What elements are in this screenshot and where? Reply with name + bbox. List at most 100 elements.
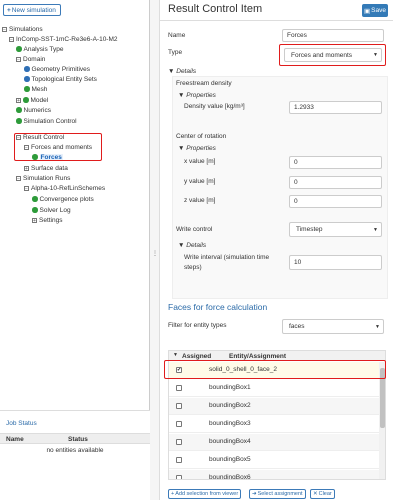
assigned-checkbox[interactable] [176, 421, 182, 427]
density-label: Density value [kg/m³] [184, 103, 245, 110]
sort-icon[interactable]: ▼ [173, 352, 178, 358]
tree-node-mesh[interactable]: Mesh [24, 84, 47, 94]
tree-node-simulations[interactable]: − Simulations [2, 24, 43, 34]
write-control-select[interactable]: Timestep ▼ [289, 222, 382, 237]
job-status-header: Name Status [0, 433, 150, 444]
tree-node-domain[interactable]: − Domain [16, 54, 45, 64]
table-row[interactable]: boundingBox5 [169, 452, 379, 469]
assigned-checkbox[interactable] [176, 385, 182, 391]
y-value-field[interactable]: 0 [289, 176, 382, 189]
check-status-icon [24, 86, 30, 92]
clear-button[interactable]: ✕ Clear [310, 489, 335, 499]
assigned-checkbox[interactable] [176, 475, 182, 479]
job-status-title: Job Status [6, 420, 37, 427]
col-assigned: Assigned [182, 352, 212, 360]
chevron-down-icon: ▼ [373, 227, 378, 233]
collapse-icon[interactable]: − [16, 56, 21, 62]
plus-icon: + [7, 6, 11, 14]
tree-node-model[interactable]: + Model [16, 95, 48, 105]
panel-splitter[interactable]: ⋮ [150, 0, 160, 500]
chevron-down-icon: ▼ [375, 324, 380, 330]
x-value-label: x value [m] [184, 158, 216, 165]
caret-down-icon: ▼ [178, 242, 185, 249]
details-toggle-2[interactable]: ▼ Details [178, 242, 206, 249]
collapse-icon[interactable]: − [24, 185, 29, 191]
plus-icon: + [171, 491, 175, 497]
table-scrollbar[interactable] [379, 362, 385, 479]
caret-down-icon: ▼ [178, 145, 185, 152]
trash-icon: ✕ [313, 491, 318, 497]
highlight-box-result-control [14, 133, 102, 161]
tree-node-surface-data[interactable]: + Surface data [24, 163, 68, 173]
check-status-icon [32, 196, 38, 202]
name-field[interactable]: Forces [282, 29, 384, 42]
save-button[interactable]: ▣ Save [362, 4, 388, 17]
filter-label: Filter for entity types [168, 322, 227, 329]
write-control-label: Write control [176, 226, 213, 233]
tree-node-convergence-plots[interactable]: Convergence plots [32, 194, 94, 204]
collapse-icon[interactable]: − [2, 26, 7, 32]
table-row[interactable]: boundingBox6 [169, 470, 379, 479]
add-selection-button[interactable]: + Add selection from viewer [168, 489, 242, 499]
table-row[interactable]: boundingBox2 [169, 398, 379, 415]
faces-section-title: Faces for force calculation [168, 302, 268, 312]
new-simulation-button[interactable]: + New simulation [3, 4, 61, 16]
check-status-icon [16, 107, 22, 113]
select-assignment-button[interactable]: ➜ Select assignment [249, 489, 306, 499]
tree-node-simulation-control[interactable]: Simulation Control [16, 116, 77, 126]
tree-node-solver-log[interactable]: Solver Log [32, 205, 71, 215]
tree-node-settings[interactable]: + Settings [32, 215, 63, 225]
check-status-icon [23, 97, 29, 103]
assigned-checkbox[interactable] [176, 457, 182, 463]
check-status-icon [16, 118, 22, 124]
write-interval-field[interactable]: 10 [289, 255, 382, 270]
arrow-right-icon: ➜ [252, 491, 257, 497]
job-status-panel: Job Status Name Status no entities avail… [0, 410, 150, 500]
name-label: Name [168, 32, 186, 39]
z-value-field[interactable]: 0 [289, 195, 382, 208]
z-value-label: z value [m] [184, 197, 216, 204]
simulation-tree-panel: + New simulation − Simulations − InComp-… [0, 0, 150, 500]
highlight-box-type [279, 44, 386, 66]
drag-handle-icon[interactable]: ⋮ [152, 250, 158, 257]
tree-node-numerics[interactable]: Numerics [16, 105, 51, 115]
tree-node-run[interactable]: − Alpha-10-RefLinSchemes [24, 183, 105, 193]
check-status-icon [32, 207, 38, 213]
divider [160, 20, 393, 21]
table-row[interactable]: boundingBox4 [169, 434, 379, 451]
table-row[interactable]: boundingBox1 [169, 380, 379, 397]
properties-toggle[interactable]: ▼ Properties [178, 92, 216, 99]
highlight-box-assigned-row [164, 360, 386, 379]
caret-down-icon: ▼ [168, 68, 175, 75]
expand-icon[interactable]: + [32, 217, 37, 223]
collapse-icon[interactable]: − [16, 175, 21, 181]
job-col-status: Status [68, 435, 88, 443]
filter-select[interactable]: faces ▼ [282, 319, 384, 334]
page-title: Result Control Item [168, 3, 263, 15]
tree-node-simulation-runs[interactable]: − Simulation Runs [16, 173, 70, 183]
tree-node-geometry-primitives[interactable]: Geometry Primitives [24, 64, 90, 74]
tree-node-topological-entity-sets[interactable]: Topological Entity Sets [24, 74, 97, 84]
type-label: Type [168, 49, 183, 56]
y-value-label: y value [m] [184, 178, 216, 185]
collapse-icon[interactable]: − [9, 36, 14, 42]
info-status-icon [24, 66, 30, 72]
properties-toggle-2[interactable]: ▼ Properties [178, 145, 216, 152]
tree-node-project[interactable]: − InComp-SST-1mC-Re3e6-A-10-M2 [9, 34, 118, 44]
info-status-icon [24, 76, 30, 82]
expand-icon[interactable]: + [24, 165, 29, 171]
density-field[interactable]: 1.2933 [289, 101, 382, 114]
result-control-item-panel: Result Control Item ▣ Save Name Forces T… [160, 0, 393, 500]
caret-down-icon: ▼ [178, 92, 185, 99]
expand-icon[interactable]: + [16, 97, 21, 103]
job-empty-message: no entities available [46, 447, 104, 454]
assigned-checkbox[interactable] [176, 439, 182, 445]
x-value-field[interactable]: 0 [289, 156, 382, 169]
freestream-label: Freestream density [176, 80, 232, 87]
table-row[interactable]: boundingBox3 [169, 416, 379, 433]
details-toggle[interactable]: ▼ Details [168, 68, 196, 75]
tree-node-analysis-type[interactable]: Analysis Type [16, 44, 63, 54]
assigned-checkbox[interactable] [176, 403, 182, 409]
job-col-name: Name [6, 435, 24, 443]
write-interval-label-2: steps) [184, 264, 202, 271]
